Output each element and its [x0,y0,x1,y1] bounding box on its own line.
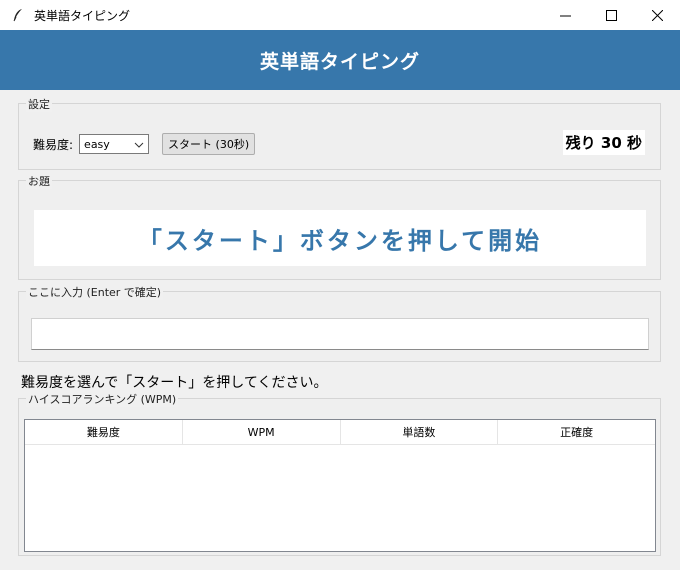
prompt-group: お題 「スタート」ボタンを押して開始 [18,173,661,280]
ranking-table-header: 難易度 WPM 単語数 正確度 [25,420,655,445]
chevron-down-icon [134,138,144,151]
feather-icon [10,7,26,23]
difficulty-label: 難易度: [33,137,74,152]
status-message: 難易度を選んで「スタート」を押してください。 [21,375,328,391]
column-header-wpm[interactable]: WPM [183,420,341,444]
column-header-accuracy[interactable]: 正確度 [498,420,655,444]
settings-group: 設定 難易度: easy スタート (30秒) 残り 30 秒 [18,96,661,170]
header-title: 英単語タイピング [259,50,420,73]
difficulty-value: easy [84,137,110,151]
ranking-group-label: ハイスコアランキング (WPM) [26,391,179,407]
prompt-display: 「スタート」ボタンを押して開始 [34,210,646,266]
settings-group-label: 設定 [26,96,52,112]
minimize-button[interactable] [542,0,588,30]
maximize-button[interactable] [588,0,634,30]
header-banner: 英単語タイピング [0,30,680,90]
difficulty-select[interactable]: easy [79,134,150,154]
maximize-icon [605,6,617,25]
column-header-word-count[interactable]: 単語数 [341,420,499,444]
timer-display: 残り 30 秒 [562,130,645,155]
answer-input[interactable] [31,318,649,350]
minimize-icon [559,6,571,25]
window-titlebar: 英単語タイピング [0,0,680,30]
input-group-label: ここに入力 (Enter で確定) [26,284,164,300]
close-button[interactable] [634,0,680,30]
start-button[interactable]: スタート (30秒) [162,133,256,155]
input-group: ここに入力 (Enter で確定) [18,284,661,362]
ranking-table[interactable]: 難易度 WPM 単語数 正確度 [24,419,656,552]
close-icon [651,6,663,25]
prompt-text: 「スタート」ボタンを押して開始 [137,226,543,255]
prompt-group-label: お題 [26,173,52,189]
window-title: 英単語タイピング [34,8,131,23]
column-header-difficulty[interactable]: 難易度 [25,420,183,444]
ranking-group: ハイスコアランキング (WPM) 難易度 WPM 単語数 正確度 [18,391,661,556]
